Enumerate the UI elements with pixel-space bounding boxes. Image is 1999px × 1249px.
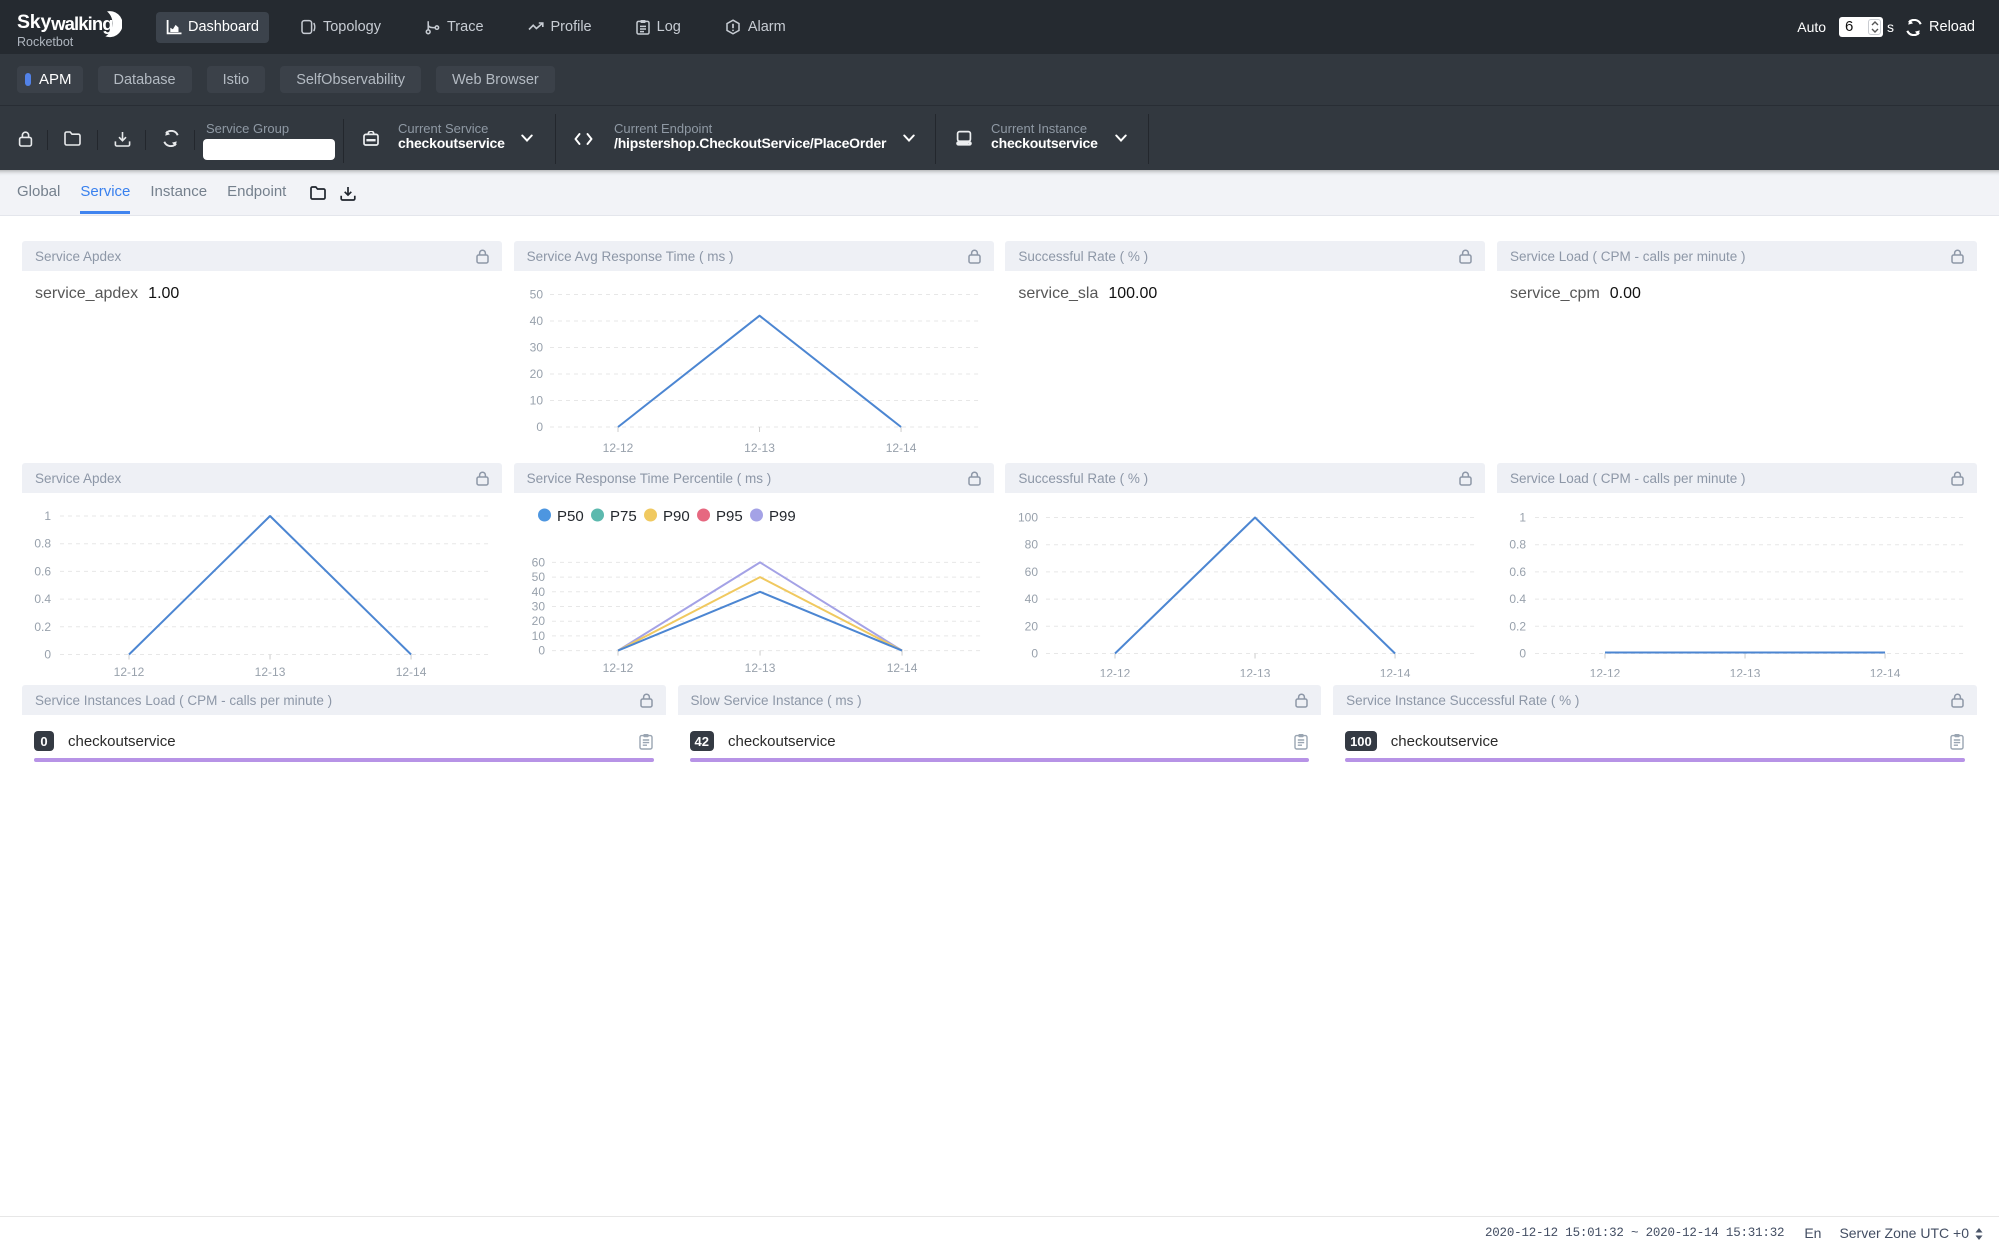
svg-text:20: 20 xyxy=(529,367,543,381)
svg-text:40: 40 xyxy=(531,585,545,599)
svg-text:0.2: 0.2 xyxy=(34,620,51,634)
svg-text:12-12: 12-12 xyxy=(602,441,633,455)
svg-text:1: 1 xyxy=(1519,511,1526,525)
svg-text:40: 40 xyxy=(1025,592,1039,606)
svg-text:50: 50 xyxy=(529,288,543,302)
svg-text:0.6: 0.6 xyxy=(34,564,51,578)
svg-text:50: 50 xyxy=(531,570,545,584)
svg-text:0.8: 0.8 xyxy=(1509,538,1526,552)
svg-text:0: 0 xyxy=(44,648,51,662)
svg-text:20: 20 xyxy=(531,614,545,628)
svg-text:12-14: 12-14 xyxy=(886,661,917,675)
svg-text:12-13: 12-13 xyxy=(1240,667,1271,677)
svg-text:30: 30 xyxy=(529,341,543,355)
svg-text:12-13: 12-13 xyxy=(744,661,775,675)
svg-text:12-13: 12-13 xyxy=(255,665,286,677)
svg-text:12-12: 12-12 xyxy=(1100,667,1131,677)
svg-text:0.6: 0.6 xyxy=(1509,565,1526,579)
svg-text:80: 80 xyxy=(1025,538,1039,552)
svg-text:P99: P99 xyxy=(769,508,796,525)
svg-text:P90: P90 xyxy=(663,508,690,525)
svg-text:0: 0 xyxy=(1519,647,1526,661)
svg-text:20: 20 xyxy=(1025,619,1039,633)
svg-text:100: 100 xyxy=(1018,511,1038,525)
svg-text:0: 0 xyxy=(536,420,543,434)
svg-text:0.4: 0.4 xyxy=(1509,592,1526,606)
svg-text:0.2: 0.2 xyxy=(1509,619,1526,633)
svg-text:0.4: 0.4 xyxy=(34,592,51,606)
svg-text:10: 10 xyxy=(531,629,545,643)
svg-text:1: 1 xyxy=(44,509,51,523)
svg-text:40: 40 xyxy=(529,314,543,328)
svg-text:0.8: 0.8 xyxy=(34,537,51,551)
svg-text:12-13: 12-13 xyxy=(1730,667,1761,677)
svg-text:12-13: 12-13 xyxy=(744,441,775,455)
svg-text:0: 0 xyxy=(1032,647,1039,661)
svg-text:P50: P50 xyxy=(557,508,584,525)
svg-text:10: 10 xyxy=(529,394,543,408)
svg-text:12-14: 12-14 xyxy=(396,665,427,677)
svg-text:12-14: 12-14 xyxy=(885,441,916,455)
svg-text:0: 0 xyxy=(538,644,545,658)
svg-text:12-14: 12-14 xyxy=(1380,667,1411,677)
svg-text:30: 30 xyxy=(531,600,545,614)
svg-text:60: 60 xyxy=(1025,565,1039,579)
svg-text:12-14: 12-14 xyxy=(1870,667,1901,677)
svg-text:12-12: 12-12 xyxy=(1590,667,1621,677)
svg-text:P75: P75 xyxy=(610,508,637,525)
svg-text:60: 60 xyxy=(531,555,545,569)
svg-text:P95: P95 xyxy=(716,508,743,525)
svg-text:12-12: 12-12 xyxy=(114,665,145,677)
svg-text:12-12: 12-12 xyxy=(602,661,633,675)
